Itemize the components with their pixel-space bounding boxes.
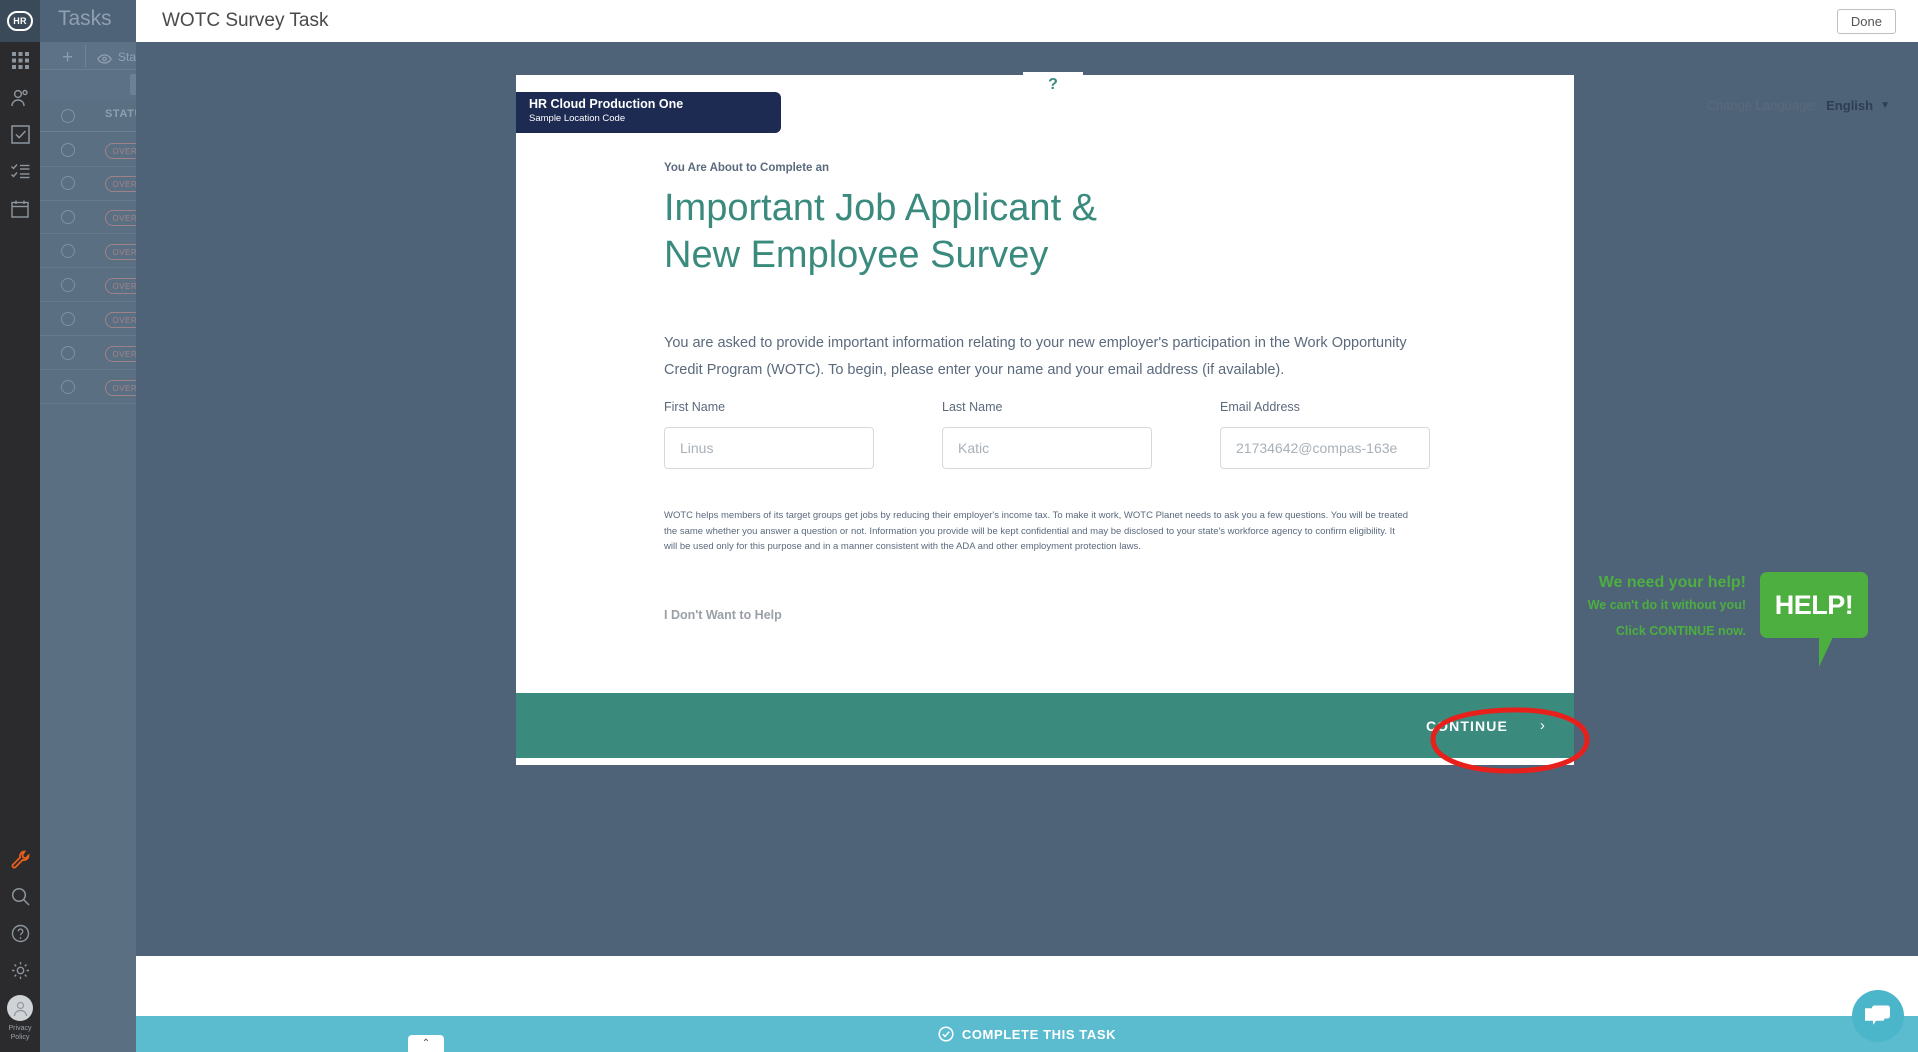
- wrench-icon: [11, 850, 29, 869]
- row-checkbox[interactable]: [61, 380, 75, 394]
- first-name-field-group: First Name: [664, 400, 874, 469]
- email-field-group: Email Address: [1220, 400, 1430, 469]
- toolbar-divider: [85, 45, 86, 67]
- row-checkbox[interactable]: [61, 312, 75, 326]
- sidebar-item-people[interactable]: [0, 79, 40, 116]
- search-icon: [11, 887, 30, 906]
- decline-link[interactable]: I Don't Want to Help: [664, 608, 782, 622]
- chat-widget-button[interactable]: [1852, 990, 1904, 1042]
- privacy-label-line1: Privacy: [8, 1025, 32, 1032]
- background-page-title: Tasks: [58, 7, 112, 30]
- continue-button[interactable]: CONTINUE ›: [1426, 717, 1546, 734]
- row-checkbox[interactable]: [61, 244, 75, 258]
- help-promo-line3: Click CONTINUE now.: [1615, 624, 1746, 638]
- select-all-checkbox[interactable]: [61, 109, 75, 123]
- headline-line2: New Employee Survey: [664, 234, 1049, 276]
- organization-name: HR Cloud Production One: [529, 97, 684, 111]
- add-task-button[interactable]: +: [62, 47, 73, 69]
- sidebar-item-calendar[interactable]: [0, 190, 40, 227]
- help-promo: We need your help! We can't do it withou…: [1548, 572, 1868, 682]
- collapse-toggle-button[interactable]: ⌃: [408, 1035, 444, 1052]
- help-promo-line1: We need your help!: [1598, 574, 1746, 591]
- task-panel-header: WOTC Survey Task Done: [136, 0, 1918, 42]
- email-input[interactable]: [1220, 427, 1430, 469]
- privacy-label-line2: Policy: [10, 1034, 30, 1041]
- first-name-label: First Name: [664, 400, 726, 414]
- sidebar-item-checklist[interactable]: [0, 153, 40, 190]
- headline-line1: Important Job Applicant &: [664, 187, 1098, 229]
- task-panel-footer-strip: [136, 956, 1918, 1016]
- page-title: WOTC Survey Task: [162, 10, 329, 31]
- language-value: English: [1826, 98, 1874, 113]
- help-promo-text: We need your help! We can't do it withou…: [1588, 572, 1746, 642]
- eye-icon: [97, 51, 112, 69]
- gear-icon: [11, 962, 29, 979]
- language-label: Change Language:: [1706, 98, 1818, 113]
- checklist-icon: [10, 164, 29, 179]
- row-checkbox[interactable]: [61, 278, 75, 292]
- people-icon: [11, 89, 28, 106]
- user-avatar-icon: [13, 1001, 27, 1016]
- row-checkbox[interactable]: [61, 143, 75, 157]
- complete-task-label: COMPLETE THIS TASK: [961, 1026, 1117, 1042]
- sidebar-item-apps-grid[interactable]: [0, 42, 40, 79]
- sidebar-item-search[interactable]: [0, 878, 40, 915]
- sidebar-item-tools[interactable]: [0, 841, 40, 878]
- apps-grid-icon: [11, 52, 29, 69]
- speech-bubble-tail-icon: [1819, 637, 1846, 667]
- chevron-down-icon: ▼: [1880, 100, 1890, 111]
- help-circle-icon: [11, 924, 29, 943]
- sidebar-item-help[interactable]: [0, 915, 40, 952]
- avatar[interactable]: [7, 995, 33, 1021]
- last-name-input[interactable]: [942, 427, 1152, 469]
- row-checkbox[interactable]: [61, 176, 75, 190]
- privacy-policy-link[interactable]: Privacy Policy: [9, 1024, 32, 1042]
- checkbox-task-icon: [10, 125, 30, 144]
- last-name-field-group: Last Name: [942, 400, 1152, 469]
- help-speech-bubble: HELP!: [1760, 572, 1868, 638]
- continue-label: CONTINUE: [1425, 717, 1508, 734]
- sidebar-item-tasks[interactable]: [0, 116, 40, 153]
- row-checkbox[interactable]: [61, 346, 75, 360]
- first-name-input[interactable]: [664, 427, 874, 469]
- survey-kicker: You Are About to Complete an: [664, 162, 830, 174]
- last-name-label: Last Name: [942, 400, 1003, 414]
- organization-location-code: Sample Location Code: [529, 113, 626, 124]
- organization-banner: HR Cloud Production One Sample Location …: [516, 92, 781, 133]
- email-label: Email Address: [1220, 400, 1300, 414]
- row-checkbox[interactable]: [61, 210, 75, 224]
- language-selector[interactable]: Change Language: English ▼: [1707, 98, 1890, 113]
- complete-task-button[interactable]: COMPLETE THIS TASK: [136, 1016, 1918, 1052]
- logo-text: HR: [13, 16, 27, 26]
- app-sidebar: HR Privacy Policy: [0, 0, 40, 1052]
- check-circle-icon: [938, 1026, 954, 1042]
- survey-headline: Important Job Applicant & New Employee S…: [664, 185, 1284, 279]
- chevron-right-icon: ›: [1539, 717, 1546, 734]
- hr-cloud-logo-icon: HR: [7, 11, 33, 31]
- survey-footer: CONTINUE ›: [516, 693, 1574, 758]
- done-button[interactable]: Done: [1836, 9, 1896, 34]
- help-promo-line2: We can't do it without you!: [1587, 598, 1746, 612]
- chat-bubbles-icon: [1865, 1005, 1890, 1025]
- sidebar-item-settings[interactable]: [0, 952, 40, 989]
- survey-disclaimer: WOTC helps members of its target groups …: [664, 510, 1409, 552]
- survey-form: First Name Last Name Email Address: [664, 400, 1430, 469]
- calendar-icon: [11, 200, 29, 218]
- app-logo[interactable]: HR: [0, 0, 40, 42]
- survey-intro-text: You are asked to provide important infor…: [664, 335, 1407, 378]
